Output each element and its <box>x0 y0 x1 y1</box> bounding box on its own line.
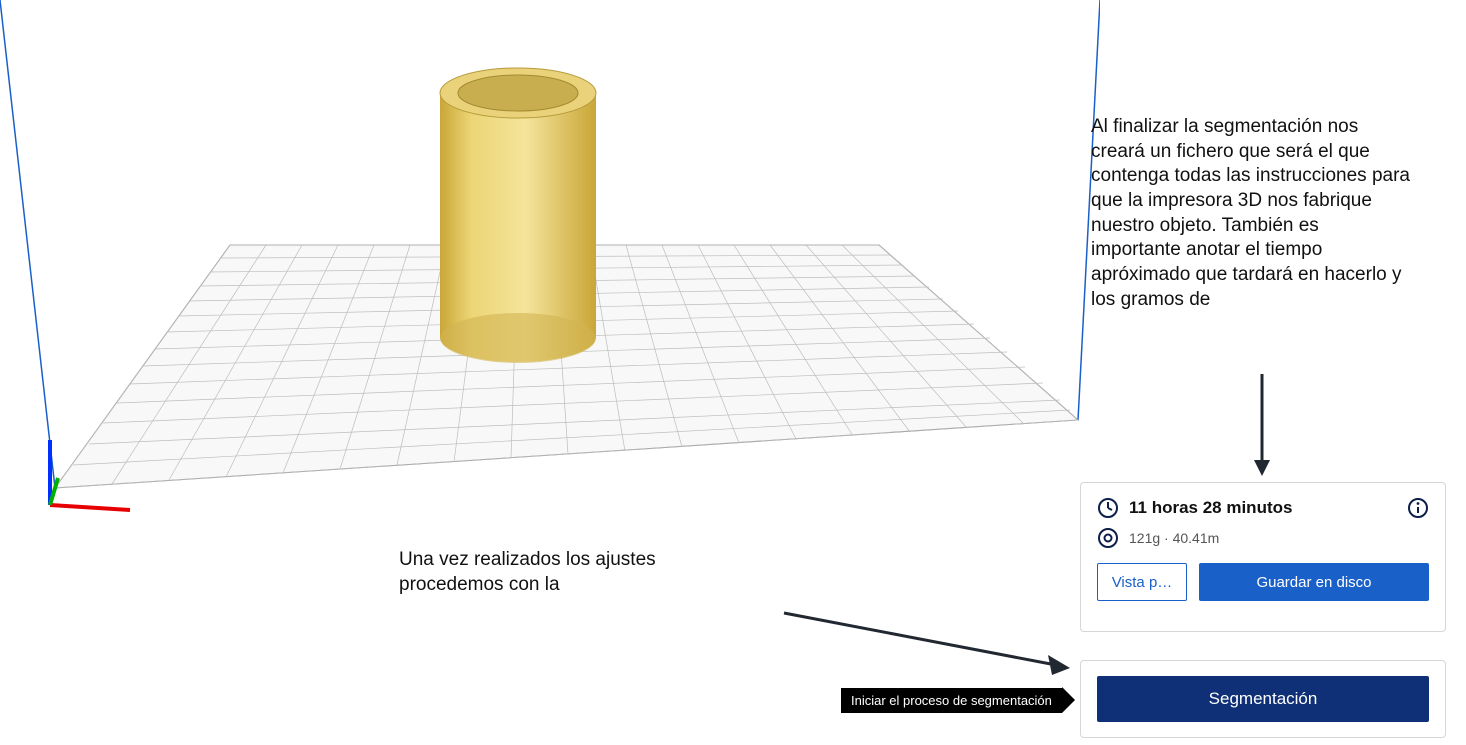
annotation-arrow-top <box>1246 370 1286 480</box>
slice-button-tooltip: Iniciar el proceso de segmentación <box>841 687 1075 713</box>
annotation-top-text: Al finalizar la segmentación nos creará … <box>1091 115 1411 313</box>
segmentation-card: Segmentación <box>1080 660 1446 738</box>
slice-info-card: 11 horas 28 minutos 121g · 40.41m Vista … <box>1080 482 1446 632</box>
info-icon[interactable] <box>1407 497 1429 519</box>
slice-button[interactable]: Segmentación <box>1097 676 1429 722</box>
filament-spool-icon <box>1097 527 1119 549</box>
preview-button[interactable]: Vista p… <box>1097 563 1187 601</box>
model-cylinder[interactable] <box>440 68 596 363</box>
tooltip-arrow-icon <box>1062 687 1075 713</box>
material-usage-text: 121g · 40.41m <box>1129 530 1219 546</box>
save-to-disk-button[interactable]: Guardar en disco <box>1199 563 1429 601</box>
clock-icon <box>1097 497 1119 519</box>
estimated-time-text: 11 horas 28 minutos <box>1129 498 1397 518</box>
annotation-bottom-text: Una vez realizados los ajustes procedemo… <box>399 548 749 597</box>
annotation-arrow-bottom <box>780 605 1080 695</box>
tooltip-text: Iniciar el proceso de segmentación <box>841 688 1062 713</box>
